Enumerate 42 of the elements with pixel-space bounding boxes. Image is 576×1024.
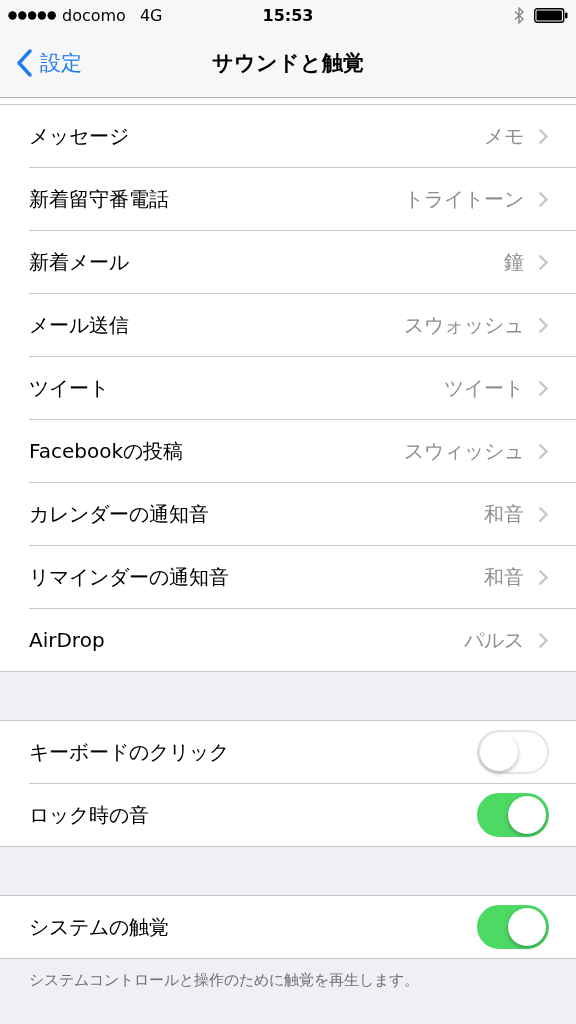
row-value: スウォッシュ — [404, 311, 524, 339]
row-value: 鐘 — [504, 248, 524, 276]
row-value: パルス — [464, 626, 524, 654]
row-value: メモ — [484, 122, 524, 150]
row-label: リマインダーの通知音 — [29, 563, 229, 591]
row-value: スウィッシュ — [404, 437, 524, 465]
toggle-switch[interactable] — [477, 905, 549, 949]
row-label: キーボードのクリック — [29, 738, 229, 766]
row-label: 新着メール — [29, 248, 129, 276]
row-label: AirDrop — [29, 628, 105, 652]
status-time: 15:53 — [262, 5, 314, 25]
row-label: システムの触覚 — [29, 913, 169, 941]
footer-note: システムコントロールと操作のために触覚を再生します。 — [29, 971, 419, 989]
toggle-switch[interactable] — [477, 793, 549, 837]
signal-icon — [8, 10, 56, 20]
chevron-right-icon — [538, 316, 548, 334]
chevron-left-icon — [16, 49, 32, 77]
carrier-name: docomo — [62, 5, 126, 25]
chevron-right-icon — [538, 442, 548, 460]
row-label: Facebookの投稿 — [29, 437, 183, 465]
row-label: ロック時の音 — [29, 801, 149, 829]
row-value: 和音 — [484, 563, 524, 591]
chevron-right-icon — [538, 631, 548, 649]
bluetooth-icon — [514, 6, 524, 24]
row-label: ツイート — [29, 374, 109, 402]
chevron-right-icon — [538, 505, 548, 523]
chevron-right-icon — [538, 127, 548, 145]
row-value: トライトーン — [404, 185, 524, 213]
page-title: サウンドと触覚 — [212, 51, 364, 75]
row-value: 和音 — [484, 500, 524, 528]
chevron-right-icon — [538, 568, 548, 586]
chevron-right-icon — [538, 253, 548, 271]
row-label: メッセージ — [29, 122, 129, 150]
chevron-right-icon — [538, 190, 548, 208]
back-button[interactable]: 設定 — [0, 43, 82, 83]
chevron-right-icon — [538, 379, 548, 397]
row-value: ツイート — [444, 374, 524, 402]
row-label: カレンダーの通知音 — [29, 500, 209, 528]
battery-icon — [534, 7, 568, 23]
network-type: 4G — [139, 5, 163, 25]
row-label: 新着留守番電話 — [29, 185, 169, 213]
row-label: メール送信 — [29, 311, 129, 339]
